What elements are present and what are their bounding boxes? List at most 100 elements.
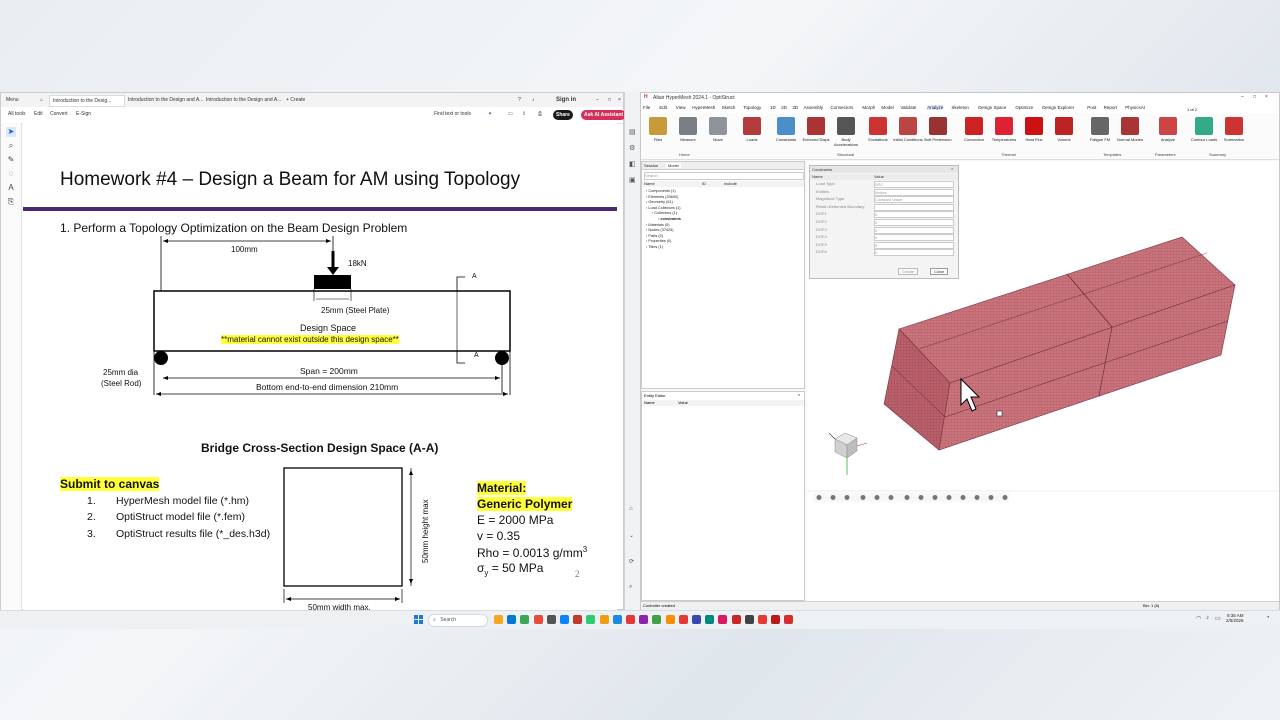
hm-menu-item[interactable]: Post [1087,105,1096,110]
hm-menu-item[interactable]: Design Space [978,105,1006,110]
dialog-row-value[interactable]: Nodes [874,188,954,196]
taskbar-app-icon[interactable] [546,615,556,624]
hm-menu-item[interactable]: Assembly [804,105,824,110]
tree-item[interactable]: ▪ Collectors (1) [652,211,677,215]
taskbar-app-icon[interactable] [771,615,781,624]
ribbon-tool[interactable]: Enforced Disps [801,117,831,142]
tree-item[interactable]: ▪ Components (1) [646,189,676,193]
hm-menu-item[interactable]: Design Explorer [1042,105,1074,110]
hm-menu-item[interactable]: Edit [659,105,667,110]
print-icon[interactable]: ⎙ [535,109,545,119]
tab-session[interactable]: Session [644,163,658,168]
lasso-tool-icon[interactable]: ◌ [6,169,16,179]
taskbar-app-icon[interactable] [731,615,741,624]
taskbar-app-icon[interactable] [718,615,728,624]
ribbon-tool[interactable]: Measure [673,117,703,142]
tree-item[interactable]: ▪ constraints [658,217,681,221]
ribbon-tool[interactable]: Volume [1049,117,1079,142]
dialog-row-value[interactable]: 0 [874,249,954,257]
strip-icon-7[interactable]: ⟳ [629,558,634,565]
hm-menu-item[interactable]: Report [1104,105,1118,110]
ask-ai-button[interactable]: Ask AI Assistant [581,110,627,120]
ribbon-group-label[interactable]: Parameters [1155,152,1176,157]
hm-menu-item[interactable]: Topology [743,105,761,110]
pen-tool-icon[interactable]: ✎ [6,155,16,165]
taskbar-app-icon[interactable] [573,615,583,624]
pages-icon[interactable]: ▭ [505,109,516,119]
hm-menu-item[interactable]: Analyze [927,105,944,110]
ribbon-group-label[interactable]: Home [679,152,690,157]
tree-item[interactable]: ▪ Parts (0) [646,234,663,238]
viewport-toolbar[interactable] [813,493,1009,502]
view-cube-icon[interactable] [828,432,868,475]
taskbar-app-icon[interactable] [586,615,596,624]
ribbon-tool[interactable]: Files [643,117,673,142]
dialog-close-button[interactable]: Close [930,268,949,275]
taskbar-search[interactable]: ⌕ Search [428,614,488,627]
ribbon-tool[interactable]: Initial Conditions [893,117,923,142]
ribbon-group-label[interactable]: Summary [1209,152,1226,157]
tree-item[interactable]: ▪ Nodes (37425) [646,228,674,232]
tree-item[interactable]: ▪ Titles (1) [646,245,663,249]
hm-minimize-icon[interactable]: – [1241,94,1244,100]
tray-battery-icon[interactable]: ▭ [1215,615,1221,622]
hm-menu-item[interactable]: Connectors [830,105,853,110]
dialog-row-value[interactable] [874,203,954,211]
ribbon-tool[interactable]: Normal Modes [1115,117,1145,142]
strip-icon-1[interactable]: ▤ [629,128,636,136]
hm-close-icon[interactable]: × [1265,94,1268,100]
ribbon-tool[interactable]: Heat Flux [1019,117,1049,142]
taskbar-app-icon[interactable] [639,615,649,624]
model-search-input[interactable]: Search [644,172,804,180]
hm-menu-item[interactable]: Morph [862,105,875,110]
new-tab-button[interactable]: + Create [283,95,315,105]
ribbon-group-label[interactable]: Thermal [1001,152,1016,157]
text-tool-icon[interactable]: A [6,183,16,193]
taskbar-app-icon[interactable] [652,615,662,624]
ribbon-tool[interactable]: Summation [1219,117,1249,142]
select-tool-icon[interactable]: ➤ [6,127,16,137]
taskbar-clock[interactable]: 9:35 AM 2/5/2026 [1226,613,1244,623]
dialog-row-value[interactable]: 0 [874,234,954,242]
tree-item[interactable]: ▪ Load Collectors (1) [646,206,680,210]
minimize-icon[interactable]: – [593,95,602,105]
taskbar-app-icon[interactable] [560,615,569,624]
maximize-icon[interactable]: □ [605,95,614,105]
ribbon-tool[interactable]: Excitations [863,117,893,142]
tab-model[interactable]: Model [666,163,681,168]
dialog-create-button[interactable]: Create [898,268,919,275]
strip-icon-2[interactable]: ⚙ [629,144,635,152]
windows-start-icon[interactable] [414,615,423,624]
hm-menu-item[interactable]: 3D [792,105,798,110]
taskbar-app-icon[interactable] [626,615,635,624]
taskbar-app-icon[interactable] [692,615,701,624]
upload-icon[interactable]: ⇪ [519,109,529,119]
menu-button[interactable]: Menu [3,95,33,105]
ribbon-tool[interactable]: Convection [959,117,989,142]
notification-icon[interactable]: ◔ [1266,615,1270,621]
tab-3[interactable]: Introduction to the Design and A... [203,95,281,105]
ribbon-tool[interactable]: Contour Loads [1189,117,1219,142]
hm-menu-item[interactable]: 2D [781,105,787,110]
taskbar-app-icon[interactable] [599,615,609,624]
taskbar-app-icon[interactable] [520,615,530,624]
strip-icon-3[interactable]: ◧ [629,160,636,168]
dialog-close-icon[interactable]: × [951,166,953,171]
tab-2[interactable]: Introduction to the Design and A... [125,95,203,105]
hm-menu-item[interactable]: Validate [900,105,916,110]
dialog-row-value[interactable]: 0 [874,241,954,249]
hm-menu-item[interactable]: View [676,105,686,110]
hm-menu-item[interactable]: HyperMesh [692,105,715,110]
bell-icon[interactable]: ♪ [529,95,538,105]
taskbar-app-icon[interactable] [507,615,517,624]
menu-all-tools[interactable]: All tools [5,109,29,119]
ribbon-tool[interactable]: Move [703,117,733,142]
tray-volume-icon[interactable]: ♪ [1206,615,1209,621]
ai-tools-icon[interactable]: ✦ [485,109,495,119]
hm-menu-item[interactable]: Sketch [722,105,736,110]
sign-in-link[interactable]: Sign in [553,95,579,105]
hm-menu-item[interactable]: 1D [770,105,776,110]
strip-icon-6[interactable]: ⌄ [629,532,634,539]
strip-icon-5[interactable]: ⌂ [629,506,633,512]
hm-menu-item[interactable]: Optimize [1015,105,1033,110]
